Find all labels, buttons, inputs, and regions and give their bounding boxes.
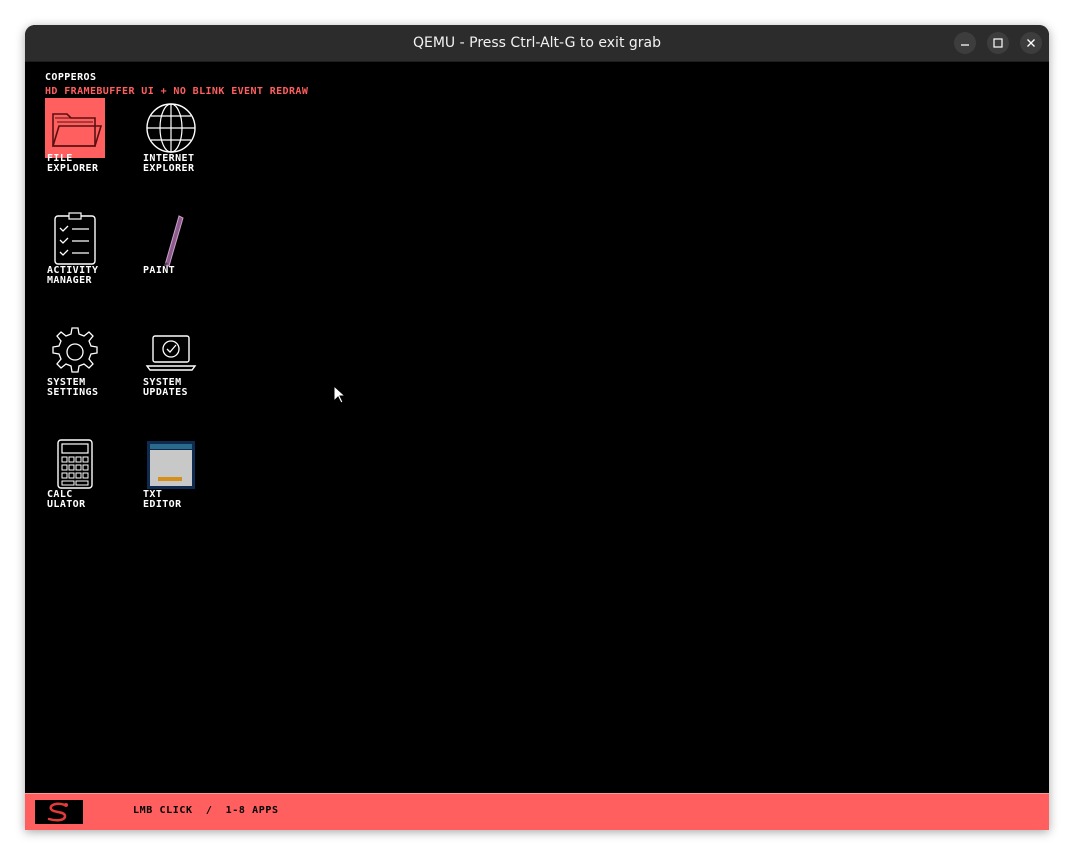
laptop-update-icon: [141, 322, 201, 382]
text-editor-icon: [141, 434, 201, 494]
folder-icon: [45, 98, 105, 158]
taskbar: LMB CLICK / 1-8 APPS: [25, 793, 1049, 830]
app-internet-explorer[interactable]: INTERNET EXPLORER: [141, 98, 231, 178]
start-button[interactable]: [35, 800, 83, 824]
app-txt-editor[interactable]: TXT EDITOR: [141, 434, 231, 514]
gear-icon: [45, 322, 105, 382]
mouse-cursor-icon: [333, 385, 347, 404]
close-button[interactable]: [1020, 32, 1042, 54]
close-icon: [1027, 39, 1035, 47]
minimize-icon: [961, 44, 969, 46]
app-label: INTERNET EXPLORER: [143, 153, 195, 174]
app-label: FILE EXPLORER: [47, 153, 99, 174]
qemu-window: QEMU - Press Ctrl-Alt-G to exit grab COP…: [25, 25, 1049, 830]
maximize-icon: [993, 38, 1003, 48]
app-file-explorer[interactable]: FILE EXPLORER: [45, 98, 135, 178]
snake-logo-icon: [47, 802, 68, 822]
app-label: CALC ULATOR: [47, 489, 86, 510]
pencil-icon: [141, 210, 201, 270]
app-label: TXT EDITOR: [143, 489, 182, 510]
calculator-icon: [45, 434, 105, 494]
app-label: PAINT: [143, 265, 176, 276]
checklist-icon: [45, 210, 105, 270]
app-label: SYSTEM UPDATES: [143, 377, 188, 398]
minimize-button[interactable]: [954, 32, 976, 54]
title-bar[interactable]: QEMU - Press Ctrl-Alt-G to exit grab: [25, 25, 1049, 62]
app-system-updates[interactable]: SYSTEM UPDATES: [141, 322, 231, 402]
app-label: ACTIVITY MANAGER: [47, 265, 99, 286]
maximize-button[interactable]: [987, 32, 1009, 54]
app-paint[interactable]: PAINT: [141, 210, 231, 290]
os-name: COPPEROS: [45, 72, 97, 83]
window-title: QEMU - Press Ctrl-Alt-G to exit grab: [412, 35, 661, 51]
app-label: SYSTEM SETTINGS: [47, 377, 99, 398]
app-calculator[interactable]: CALC ULATOR: [45, 434, 135, 514]
app-system-settings[interactable]: SYSTEM SETTINGS: [45, 322, 135, 402]
os-subtitle: HD FRAMEBUFFER UI + NO BLINK EVENT REDRA…: [45, 86, 309, 97]
taskbar-hint: LMB CLICK / 1-8 APPS: [133, 805, 279, 816]
framebuffer-screen[interactable]: COPPEROS HD FRAMEBUFFER UI + NO BLINK EV…: [25, 62, 1049, 830]
app-activity-manager[interactable]: ACTIVITY MANAGER: [45, 210, 135, 290]
globe-icon: [141, 98, 201, 158]
